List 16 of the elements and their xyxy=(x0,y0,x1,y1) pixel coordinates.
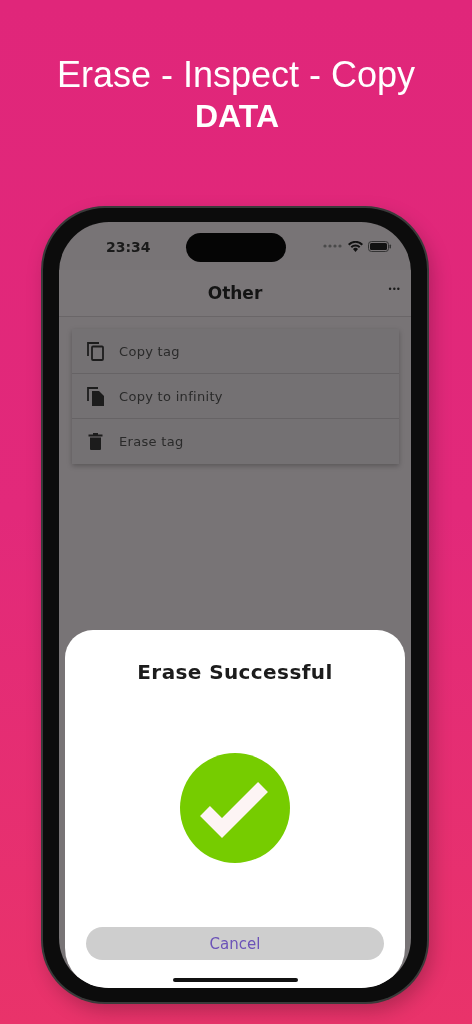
wifi-icon xyxy=(348,240,363,252)
headline-emphasis: DATA xyxy=(194,97,280,136)
cancel-button[interactable]: Cancel xyxy=(86,927,384,960)
headline: Erase - Inspect - Copy xyxy=(56,54,416,96)
menu-item[interactable]: Erase tag xyxy=(72,419,399,464)
trash-icon xyxy=(86,433,105,450)
status-time: 23:34 xyxy=(106,239,151,255)
nav-title: Other xyxy=(207,283,263,303)
more-button[interactable]: ••• xyxy=(388,284,401,294)
copy-icon xyxy=(86,341,105,361)
signal-icon xyxy=(323,244,343,248)
files-icon xyxy=(86,386,105,406)
battery-icon xyxy=(368,240,392,252)
menu-item[interactable]: Copy to infinity xyxy=(72,374,399,419)
sheet-title: Erase Successful xyxy=(137,660,333,684)
menu-item[interactable]: Copy tag xyxy=(72,329,399,374)
